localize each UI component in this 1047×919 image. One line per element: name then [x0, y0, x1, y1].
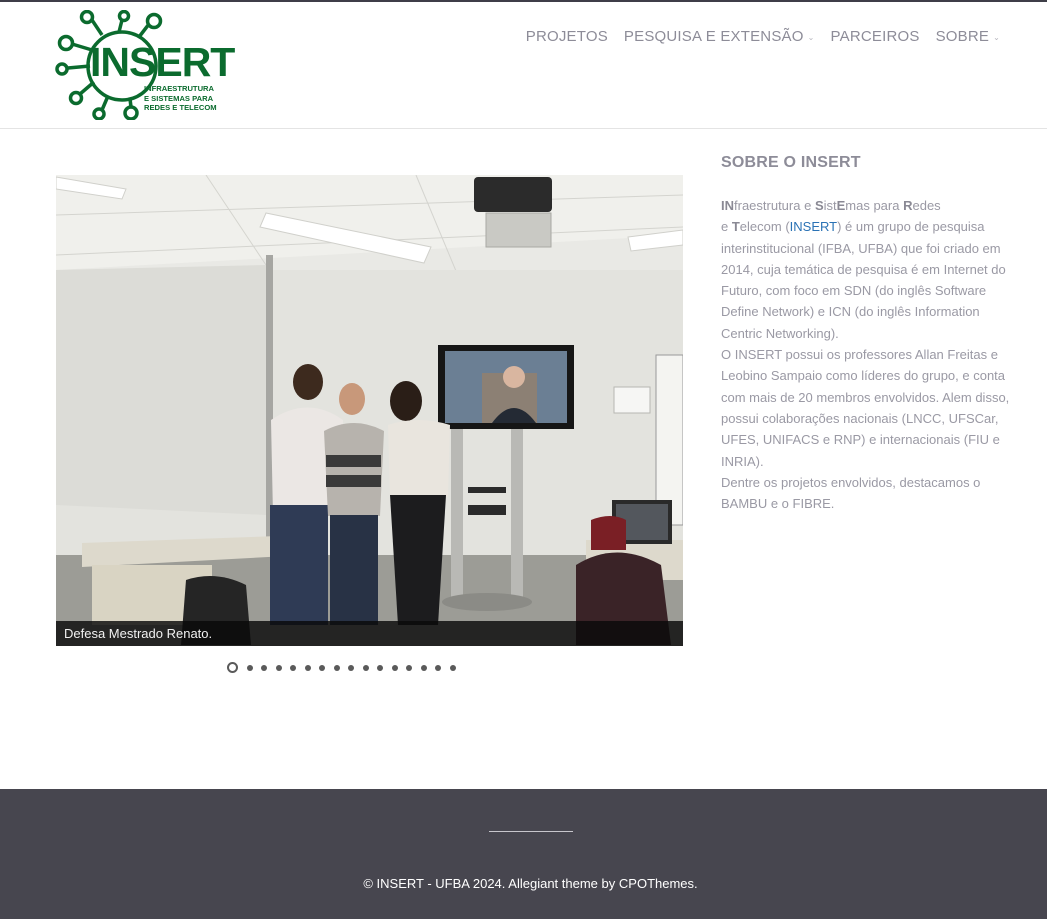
text-initials: IN: [721, 198, 734, 213]
slide-photo: [56, 175, 683, 646]
text-fragment: fraestrutura e: [734, 198, 815, 213]
main-navigation: PROJETOS PESQUISA E EXTENSÃO ⌄ PARCEIROS…: [526, 28, 1000, 45]
nav-item-label: SOBRE: [935, 28, 990, 45]
nav-item-parceiros[interactable]: PARCEIROS: [831, 28, 920, 45]
slider-pagination: [227, 662, 456, 673]
about-text: INfraestrutura e SistEmas para Redes e Te…: [721, 195, 1011, 514]
theme-link[interactable]: Allegiant theme: [508, 876, 598, 891]
chevron-down-icon: ⌄: [993, 33, 1000, 42]
about-paragraph-3: Dentre os projetos envolvidos, destacamo…: [721, 474, 981, 512]
site-footer: © INSERT - UFBA 2024. Allegiant theme by…: [0, 789, 1047, 919]
nav-item-label: PROJETOS: [525, 28, 608, 45]
footer-copyright: © INSERT - UFBA 2024. Allegiant theme by…: [0, 876, 1047, 891]
slider-dot[interactable]: [406, 664, 412, 671]
copyright-text: © INSERT - UFBA 2024.: [363, 876, 506, 891]
nav-item-projetos[interactable]: PROJETOS: [526, 28, 608, 45]
text-initials: E: [836, 198, 846, 213]
chevron-down-icon: ⌄: [807, 33, 815, 42]
nav-item-label: PARCEIROS: [830, 28, 920, 45]
nav-item-sobre[interactable]: SOBRE ⌄: [936, 28, 1000, 45]
slider-dot[interactable]: [449, 664, 456, 671]
text-fragment: elecom (: [739, 219, 790, 235]
text-fragment: edes: [912, 198, 941, 213]
nav-item-label: PESQUISA E EXTENSÃO: [623, 28, 804, 45]
text-fragment: ) é um grupo de pesquisa interinstitucio…: [721, 219, 1006, 341]
slider-dot[interactable]: [391, 664, 398, 671]
slider-dot[interactable]: [348, 664, 354, 671]
site-logo[interactable]: INSERT INFRAESTRUTURA E SISTEMAS PARA RE…: [54, 9, 235, 121]
text-fragment: mas para: [845, 198, 904, 213]
slider-dot[interactable]: [261, 664, 267, 671]
sidebar-title: SOBRE O INSERT: [721, 154, 861, 171]
slider-dot[interactable]: [227, 662, 238, 673]
logo-title: INSERT: [90, 39, 235, 85]
slider-dot[interactable]: [319, 664, 325, 671]
site-header: INSERT INFRAESTRUTURA E SISTEMAS PARA RE…: [0, 2, 1047, 129]
text-initials: T: [731, 219, 740, 235]
author-link[interactable]: CPOThemes.: [619, 876, 698, 891]
nav-item-pesquisa-extensao[interactable]: PESQUISA E EXTENSÃO ⌄: [624, 28, 815, 45]
by-text: by: [601, 876, 616, 891]
text-fragment: e: [721, 219, 732, 235]
slider-dot[interactable]: [290, 664, 296, 671]
slider-dot[interactable]: [377, 664, 383, 671]
slider-dot[interactable]: [420, 664, 427, 671]
about-sidebar: SOBRE O INSERT INfraestrutura e SistEmas…: [721, 154, 1011, 514]
slider-dot[interactable]: [246, 664, 253, 671]
footer-divider: [489, 831, 573, 832]
image-slider[interactable]: Defesa Mestrado Renato.: [56, 175, 683, 646]
slide-caption: Defesa Mestrado Renato.: [56, 621, 683, 646]
slider-dot[interactable]: [435, 664, 441, 671]
about-paragraph-2: O INSERT possui os professores Allan Fre…: [721, 347, 1010, 469]
slider-dot[interactable]: [275, 664, 282, 671]
slider-dot[interactable]: [304, 664, 311, 671]
slider-dot[interactable]: [333, 664, 340, 671]
text-initials: S: [814, 198, 824, 213]
logo-subtitle: INFRAESTRUTURA E SISTEMAS PARA REDES E T…: [144, 84, 217, 113]
text-fragment: ist: [823, 198, 837, 213]
insert-link[interactable]: INSERT: [790, 219, 837, 234]
slider-dot[interactable]: [362, 664, 369, 671]
